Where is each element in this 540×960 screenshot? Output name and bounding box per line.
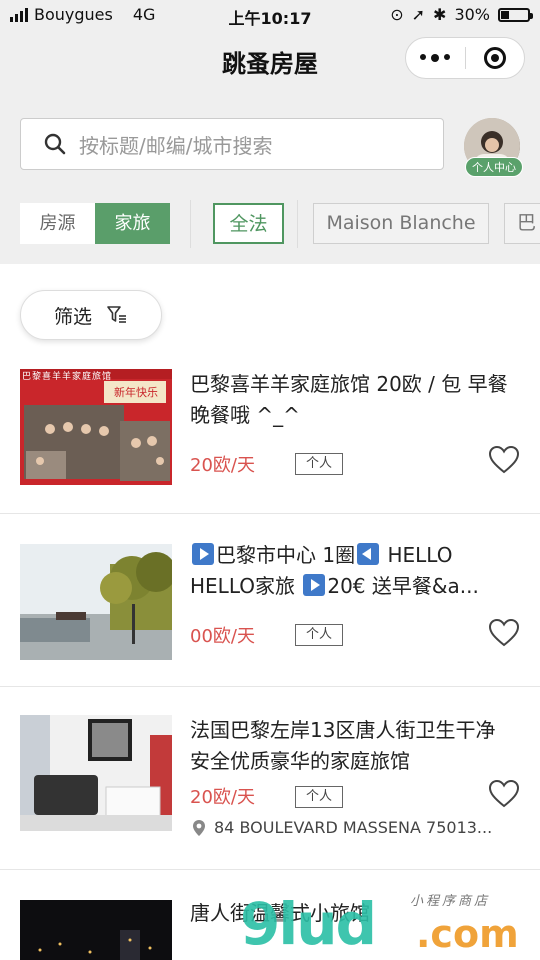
- listing-thumbnail: [20, 715, 172, 831]
- favorite-heart-icon[interactable]: [488, 779, 520, 809]
- mini-program-capsule: [405, 37, 525, 79]
- listing-thumbnail: 巴黎喜羊羊家庭旅馆 新年快乐: [20, 369, 172, 485]
- listing-tag: 个人: [295, 453, 343, 475]
- more-icon[interactable]: [406, 54, 465, 62]
- filter-button[interactable]: 筛选: [20, 290, 162, 340]
- profile-center-badge[interactable]: 个人中心: [465, 157, 523, 177]
- search-placeholder: 按标题/邮编/城市搜索: [79, 133, 273, 158]
- battery-label: 30%: [454, 5, 490, 24]
- list-item[interactable]: 法国巴黎左岸13区唐人街卫生干净 安全优质豪华的家庭旅馆 20欧/天 个人 84…: [0, 687, 540, 870]
- tab-divider: [297, 200, 298, 248]
- list-item[interactable]: 唐人街温馨式小旅馆: [0, 870, 540, 960]
- type-segment: 房源 家旅: [20, 203, 170, 244]
- list-item[interactable]: 巴黎喜羊羊家庭旅馆 新年快乐 巴黎喜羊羊家庭旅馆 20欧 / 包 早餐 晚餐哦 …: [0, 355, 540, 514]
- region-chip-all-france[interactable]: 全法: [213, 203, 284, 244]
- location-pin-icon: [193, 819, 205, 836]
- segment-listings[interactable]: 房源: [20, 203, 95, 244]
- listing-price: 00欧/天: [190, 626, 255, 647]
- location-icon: ➚: [411, 5, 426, 24]
- category-tab-row: 房源 家旅 全法 Maison Blanche 巴: [0, 200, 540, 248]
- play-icon: [192, 543, 214, 565]
- search-input[interactable]: 按标题/邮编/城市搜索: [20, 118, 444, 170]
- play-icon: [303, 574, 326, 596]
- listing-title-part: 巴黎市中心 1圈: [216, 543, 356, 567]
- favorite-heart-icon[interactable]: [488, 445, 520, 475]
- listing-title-part: 20€ 送早餐&a...: [327, 574, 479, 598]
- filter-icon: [107, 306, 126, 323]
- listing-title: 法国巴黎左岸13区唐人街卫生干净 安全优质豪华的家庭旅馆: [190, 718, 496, 773]
- listing-title: 巴黎市中心 1圈 HELLO HELLO家旅 20€ 送早餐&a...: [190, 540, 516, 602]
- listing-thumbnail: [20, 544, 172, 660]
- region-chip-maison-blanche[interactable]: Maison Blanche: [313, 203, 489, 244]
- favorite-heart-icon[interactable]: [488, 618, 520, 648]
- listing-title: 巴黎喜羊羊家庭旅馆 20欧 / 包 早餐 晚餐哦 ^_^: [190, 372, 508, 427]
- tab-divider: [190, 200, 191, 248]
- listing-price: 20欧/天: [190, 455, 255, 476]
- thumbnail-caption: 巴黎喜羊羊家庭旅馆: [22, 372, 113, 382]
- status-bar: Bouygues 4G 上午10:17 ⊙ ➚ ✱ 30%: [0, 0, 540, 30]
- region-chip-paris[interactable]: 巴: [504, 203, 540, 244]
- listing-thumbnail: [20, 900, 172, 960]
- list-item[interactable]: 巴黎市中心 1圈 HELLO HELLO家旅 20€ 送早餐&a... 00欧/…: [0, 514, 540, 687]
- thumbnail-banner: 新年快乐: [114, 386, 158, 399]
- bluetooth-icon: ✱: [433, 5, 447, 24]
- battery-icon: [498, 7, 533, 22]
- listing-price: 20欧/天: [190, 787, 255, 808]
- listing-tag: 个人: [295, 624, 343, 646]
- back-icon: [357, 543, 380, 565]
- close-mini-program-button[interactable]: [466, 47, 525, 69]
- search-icon: [44, 133, 66, 155]
- target-icon: [483, 47, 506, 69]
- listing-address: 84 BOULEVARD MASSENA 75013...: [192, 818, 492, 837]
- listing-tag: 个人: [295, 786, 343, 808]
- segment-family-hostel[interactable]: 家旅: [95, 203, 170, 244]
- listing-title: 唐人街温馨式小旅馆: [190, 901, 370, 925]
- rotation-lock-icon: ⊙: [390, 5, 404, 24]
- address-text: 84 BOULEVARD MASSENA 75013...: [214, 818, 493, 837]
- filter-label: 筛选: [53, 305, 92, 328]
- nav-bar: 跳蚤房屋: [0, 30, 540, 90]
